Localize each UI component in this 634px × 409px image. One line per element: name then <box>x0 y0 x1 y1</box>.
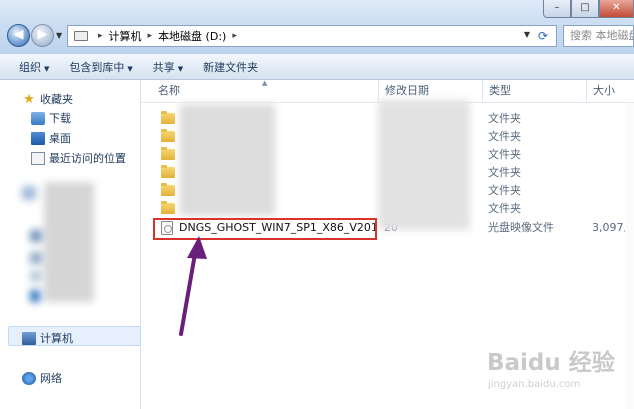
baidu-watermark-url: jingyan.baidu.com <box>488 379 581 390</box>
baidu-watermark-logo: Baidu 经验 <box>487 350 615 376</box>
